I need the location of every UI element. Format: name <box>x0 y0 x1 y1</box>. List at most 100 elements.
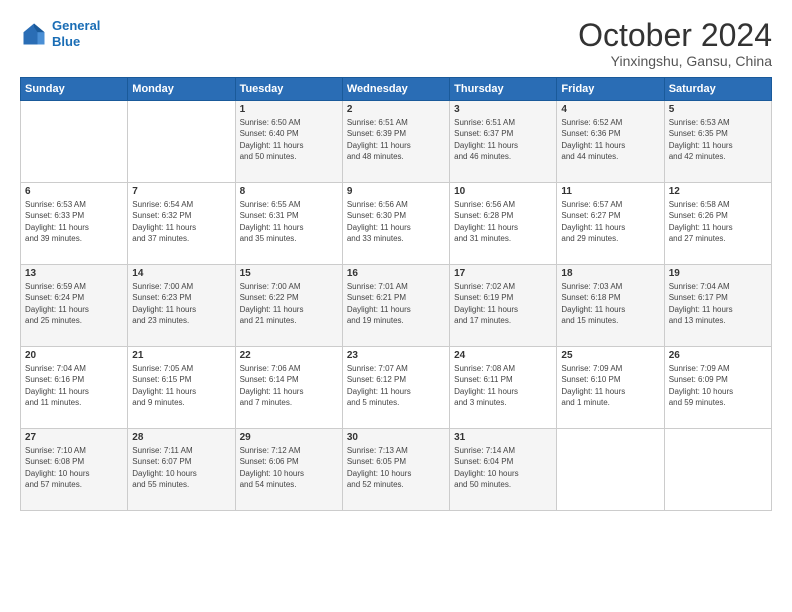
week-row-1: 1 Sunrise: 6:50 AMSunset: 6:40 PMDaylight… <box>21 101 772 183</box>
day-number: 18 <box>561 268 659 279</box>
week-row-5: 27 Sunrise: 7:10 AMSunset: 6:08 PMDayligh… <box>21 429 772 511</box>
calendar-table: Sunday Monday Tuesday Wednesday Thursday… <box>20 77 772 511</box>
cell-w5-d0: 27 Sunrise: 7:10 AMSunset: 6:08 PMDayligh… <box>21 429 128 511</box>
cell-info: Sunrise: 7:14 AMSunset: 6:04 PMDaylight:… <box>454 445 552 490</box>
cell-info: Sunrise: 6:51 AMSunset: 6:39 PMDaylight:… <box>347 117 445 162</box>
month-title: October 2024 <box>578 18 772 53</box>
day-number: 21 <box>132 350 230 361</box>
day-number: 23 <box>347 350 445 361</box>
day-number: 27 <box>25 432 123 443</box>
day-number: 12 <box>669 186 767 197</box>
cell-info: Sunrise: 6:55 AMSunset: 6:31 PMDaylight:… <box>240 199 338 244</box>
col-monday: Monday <box>128 78 235 101</box>
cell-info: Sunrise: 7:06 AMSunset: 6:14 PMDaylight:… <box>240 363 338 408</box>
cell-info: Sunrise: 6:53 AMSunset: 6:35 PMDaylight:… <box>669 117 767 162</box>
cell-w3-d1: 14 Sunrise: 7:00 AMSunset: 6:23 PMDayligh… <box>128 265 235 347</box>
week-row-4: 20 Sunrise: 7:04 AMSunset: 6:16 PMDayligh… <box>21 347 772 429</box>
day-number: 6 <box>25 186 123 197</box>
day-number: 30 <box>347 432 445 443</box>
location: Yinxingshu, Gansu, China <box>578 53 772 69</box>
cell-w3-d6: 19 Sunrise: 7:04 AMSunset: 6:17 PMDayligh… <box>664 265 771 347</box>
cell-w1-d2: 1 Sunrise: 6:50 AMSunset: 6:40 PMDaylight… <box>235 101 342 183</box>
cell-info: Sunrise: 7:13 AMSunset: 6:05 PMDaylight:… <box>347 445 445 490</box>
title-block: October 2024 Yinxingshu, Gansu, China <box>578 18 772 69</box>
logo-icon <box>20 20 48 48</box>
day-number: 25 <box>561 350 659 361</box>
col-sunday: Sunday <box>21 78 128 101</box>
day-number: 10 <box>454 186 552 197</box>
cell-w1-d3: 2Sunrise: 6:51 AMSunset: 6:39 PMDaylight… <box>342 101 449 183</box>
day-number: 29 <box>240 432 338 443</box>
col-friday: Friday <box>557 78 664 101</box>
cell-info: Sunrise: 7:10 AMSunset: 6:08 PMDaylight:… <box>25 445 123 490</box>
cell-w5-d5 <box>557 429 664 511</box>
cell-info: Sunrise: 6:52 AMSunset: 6:36 PMDaylight:… <box>561 117 659 162</box>
logo-line1: General <box>52 18 100 33</box>
cell-info: Sunrise: 7:04 AMSunset: 6:16 PMDaylight:… <box>25 363 123 408</box>
cell-info: Sunrise: 7:03 AMSunset: 6:18 PMDaylight:… <box>561 281 659 326</box>
cell-w2-d4: 10Sunrise: 6:56 AMSunset: 6:28 PMDayligh… <box>450 183 557 265</box>
cell-w2-d1: 7Sunrise: 6:54 AMSunset: 6:32 PMDaylight… <box>128 183 235 265</box>
logo-text: General Blue <box>52 18 100 49</box>
day-number: 1 <box>240 104 338 115</box>
day-number: 13 <box>25 268 123 279</box>
cell-w2-d5: 11 Sunrise: 6:57 AMSunset: 6:27 PMDayligh… <box>557 183 664 265</box>
day-number: 15 <box>240 268 338 279</box>
cell-w3-d5: 18 Sunrise: 7:03 AMSunset: 6:18 PMDayligh… <box>557 265 664 347</box>
cell-w4-d1: 21 Sunrise: 7:05 AMSunset: 6:15 PMDayligh… <box>128 347 235 429</box>
cell-info: Sunrise: 7:07 AMSunset: 6:12 PMDaylight:… <box>347 363 445 408</box>
day-number: 26 <box>669 350 767 361</box>
cell-w1-d0 <box>21 101 128 183</box>
day-number: 5 <box>669 104 767 115</box>
day-number: 3 <box>454 104 552 115</box>
cell-info: Sunrise: 7:00 AMSunset: 6:22 PMDaylight:… <box>240 281 338 326</box>
header-row: Sunday Monday Tuesday Wednesday Thursday… <box>21 78 772 101</box>
col-thursday: Thursday <box>450 78 557 101</box>
cell-info: Sunrise: 6:57 AMSunset: 6:27 PMDaylight:… <box>561 199 659 244</box>
cell-info: Sunrise: 7:09 AMSunset: 6:10 PMDaylight:… <box>561 363 659 408</box>
cell-info: Sunrise: 7:09 AMSunset: 6:09 PMDaylight:… <box>669 363 767 408</box>
cell-w2-d0: 6Sunrise: 6:53 AMSunset: 6:33 PMDaylight… <box>21 183 128 265</box>
cell-w2-d6: 12 Sunrise: 6:58 AMSunset: 6:26 PMDayligh… <box>664 183 771 265</box>
col-tuesday: Tuesday <box>235 78 342 101</box>
cell-info: Sunrise: 7:04 AMSunset: 6:17 PMDaylight:… <box>669 281 767 326</box>
cell-info: Sunrise: 7:08 AMSunset: 6:11 PMDaylight:… <box>454 363 552 408</box>
day-number: 20 <box>25 350 123 361</box>
day-number: 14 <box>132 268 230 279</box>
cell-w1-d6: 5 Sunrise: 6:53 AMSunset: 6:35 PMDaylight… <box>664 101 771 183</box>
day-number: 11 <box>561 186 659 197</box>
cell-info: Sunrise: 7:01 AMSunset: 6:21 PMDaylight:… <box>347 281 445 326</box>
cell-w3-d0: 13 Sunrise: 6:59 AMSunset: 6:24 PMDayligh… <box>21 265 128 347</box>
day-number: 17 <box>454 268 552 279</box>
cell-w3-d2: 15 Sunrise: 7:00 AMSunset: 6:22 PMDayligh… <box>235 265 342 347</box>
cell-info: Sunrise: 6:58 AMSunset: 6:26 PMDaylight:… <box>669 199 767 244</box>
cell-info: Sunrise: 7:12 AMSunset: 6:06 PMDaylight:… <box>240 445 338 490</box>
cell-w5-d2: 29 Sunrise: 7:12 AMSunset: 6:06 PMDayligh… <box>235 429 342 511</box>
cell-info: Sunrise: 6:56 AMSunset: 6:30 PMDaylight:… <box>347 199 445 244</box>
cell-w3-d4: 17 Sunrise: 7:02 AMSunset: 6:19 PMDayligh… <box>450 265 557 347</box>
cell-w4-d5: 25 Sunrise: 7:09 AMSunset: 6:10 PMDayligh… <box>557 347 664 429</box>
day-number: 8 <box>240 186 338 197</box>
day-number: 19 <box>669 268 767 279</box>
cell-info: Sunrise: 6:51 AMSunset: 6:37 PMDaylight:… <box>454 117 552 162</box>
day-number: 22 <box>240 350 338 361</box>
logo-line2: Blue <box>52 34 80 49</box>
day-number: 4 <box>561 104 659 115</box>
cell-info: Sunrise: 7:02 AMSunset: 6:19 PMDaylight:… <box>454 281 552 326</box>
cell-w1-d4: 3 Sunrise: 6:51 AMSunset: 6:37 PMDaylight… <box>450 101 557 183</box>
cell-w1-d1 <box>128 101 235 183</box>
col-wednesday: Wednesday <box>342 78 449 101</box>
cell-info: Sunrise: 6:50 AMSunset: 6:40 PMDaylight:… <box>240 117 338 162</box>
cell-w5-d4: 31Sunrise: 7:14 AMSunset: 6:04 PMDayligh… <box>450 429 557 511</box>
day-number: 28 <box>132 432 230 443</box>
cell-info: Sunrise: 6:59 AMSunset: 6:24 PMDaylight:… <box>25 281 123 326</box>
cell-w5-d1: 28Sunrise: 7:11 AMSunset: 6:07 PMDayligh… <box>128 429 235 511</box>
cell-w5-d3: 30 Sunrise: 7:13 AMSunset: 6:05 PMDayligh… <box>342 429 449 511</box>
cell-w5-d6 <box>664 429 771 511</box>
cell-info: Sunrise: 7:05 AMSunset: 6:15 PMDaylight:… <box>132 363 230 408</box>
calendar-page: General Blue October 2024 Yinxingshu, Ga… <box>0 0 792 612</box>
logo: General Blue <box>20 18 100 49</box>
cell-info: Sunrise: 6:54 AMSunset: 6:32 PMDaylight:… <box>132 199 230 244</box>
cell-w2-d3: 9Sunrise: 6:56 AMSunset: 6:30 PMDaylight… <box>342 183 449 265</box>
cell-info: Sunrise: 7:00 AMSunset: 6:23 PMDaylight:… <box>132 281 230 326</box>
